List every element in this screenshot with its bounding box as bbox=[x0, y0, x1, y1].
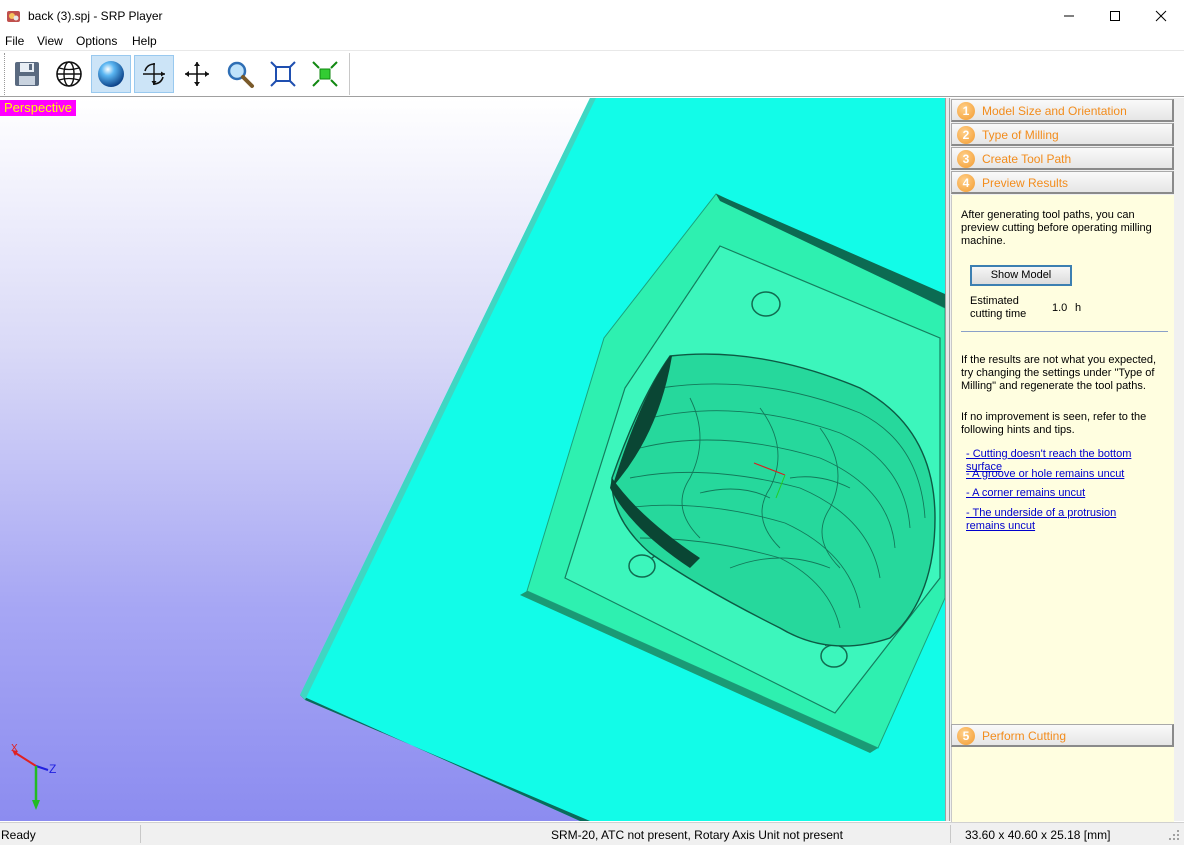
step-number: 1 bbox=[957, 102, 975, 120]
zoom-button[interactable] bbox=[220, 55, 260, 93]
menu-bar: File View Options Help bbox=[0, 31, 1184, 51]
link-groove-uncut[interactable]: - A groove or hole remains uncut bbox=[966, 468, 1166, 481]
status-dimensions: 33.60 x 40.60 x 25.18 [mm] bbox=[965, 828, 1111, 842]
step-create-tool-path[interactable]: 3 Create Tool Path bbox=[951, 147, 1174, 170]
title-bar: back (3).spj - SRP Player bbox=[0, 0, 1184, 31]
menu-help[interactable]: Help bbox=[132, 34, 157, 48]
shaded-view-button[interactable] bbox=[91, 55, 131, 93]
estimated-time-value: 1.0 bbox=[1052, 302, 1068, 314]
fit-to-window-icon bbox=[270, 61, 296, 87]
step-model-size[interactable]: 1 Model Size and Orientation bbox=[951, 99, 1174, 122]
srp-app-icon bbox=[6, 8, 22, 24]
close-icon bbox=[1155, 10, 1167, 21]
estimated-time-label: Estimated cutting time bbox=[970, 295, 1027, 320]
wizard-panel: 1 Model Size and Orientation 2 Type of M… bbox=[950, 98, 1184, 822]
status-divider bbox=[950, 825, 951, 843]
link-protrusion-uncut[interactable]: - The underside of a protrusion remains … bbox=[966, 507, 1156, 533]
shaded-sphere-icon bbox=[98, 61, 124, 87]
hint-text-2: If no improvement is seen, refer to the … bbox=[961, 411, 1147, 436]
step-number: 5 bbox=[957, 727, 975, 745]
minimize-icon bbox=[1064, 15, 1074, 16]
pin-top bbox=[751, 291, 781, 317]
rotate-button[interactable] bbox=[134, 55, 174, 93]
close-button[interactable] bbox=[1138, 0, 1184, 31]
3d-viewport[interactable]: Perspective X Z bbox=[0, 98, 945, 821]
step-number: 4 bbox=[957, 174, 975, 192]
minimize-button[interactable] bbox=[1046, 0, 1092, 31]
step-label: Create Tool Path bbox=[982, 152, 1072, 166]
step-perform-cutting[interactable]: 5 Perform Cutting bbox=[951, 724, 1174, 747]
link-corner-uncut[interactable]: - A corner remains uncut bbox=[966, 487, 1166, 500]
status-ready: Ready bbox=[1, 828, 36, 842]
fit-to-window-button[interactable] bbox=[263, 55, 303, 93]
view-mode-label: Perspective bbox=[0, 100, 76, 116]
preview-intro-text: After generating tool paths, you can pre… bbox=[961, 209, 1152, 247]
wireframe-view-button[interactable] bbox=[49, 55, 89, 93]
zoom-icon bbox=[227, 61, 254, 88]
divider bbox=[961, 331, 1168, 332]
maximize-button[interactable] bbox=[1092, 0, 1138, 31]
fit-model-button[interactable] bbox=[305, 55, 345, 93]
status-bar: Ready SRM-20, ATC not present, Rotary Ax… bbox=[0, 822, 1184, 845]
status-machine: SRM-20, ATC not present, Rotary Axis Uni… bbox=[551, 828, 843, 842]
pan-button[interactable] bbox=[177, 55, 217, 93]
save-icon bbox=[15, 62, 39, 86]
step-type-of-milling[interactable]: 2 Type of Milling bbox=[951, 123, 1174, 146]
pan-icon bbox=[185, 62, 209, 86]
pin-left bbox=[628, 554, 656, 578]
menu-options[interactable]: Options bbox=[76, 34, 117, 48]
axis-gizmo: X Z bbox=[11, 743, 56, 810]
toolbar-group bbox=[4, 53, 350, 95]
maximize-icon bbox=[1110, 10, 1120, 21]
hint-text-1: If the results are not what you expected… bbox=[961, 354, 1157, 392]
pin-bottom bbox=[820, 644, 848, 668]
status-divider bbox=[140, 825, 141, 843]
menu-file[interactable]: File bbox=[5, 34, 24, 48]
axis-x-label: X bbox=[11, 743, 18, 754]
wireframe-globe-icon bbox=[56, 61, 82, 87]
step-label: Preview Results bbox=[982, 176, 1069, 190]
estimated-time-unit: h bbox=[1075, 302, 1082, 314]
milling-scene bbox=[300, 98, 945, 821]
rotate-icon bbox=[143, 63, 165, 85]
step-label: Perform Cutting bbox=[982, 729, 1067, 743]
step-number: 3 bbox=[957, 150, 975, 168]
step-label: Model Size and Orientation bbox=[982, 104, 1127, 118]
menu-view[interactable]: View bbox=[37, 34, 63, 48]
step-label: Type of Milling bbox=[982, 128, 1059, 142]
show-model-button[interactable]: Show Model bbox=[970, 265, 1072, 286]
step-number: 2 bbox=[957, 126, 975, 144]
axis-z-label: Z bbox=[49, 762, 56, 776]
window-title: back (3).spj - SRP Player bbox=[28, 9, 163, 23]
step-preview-results[interactable]: 4 Preview Results bbox=[951, 171, 1174, 194]
fit-model-icon bbox=[312, 61, 338, 87]
toolbar bbox=[0, 52, 1184, 97]
resize-grip-icon[interactable] bbox=[1168, 829, 1180, 841]
save-button[interactable] bbox=[7, 55, 47, 93]
